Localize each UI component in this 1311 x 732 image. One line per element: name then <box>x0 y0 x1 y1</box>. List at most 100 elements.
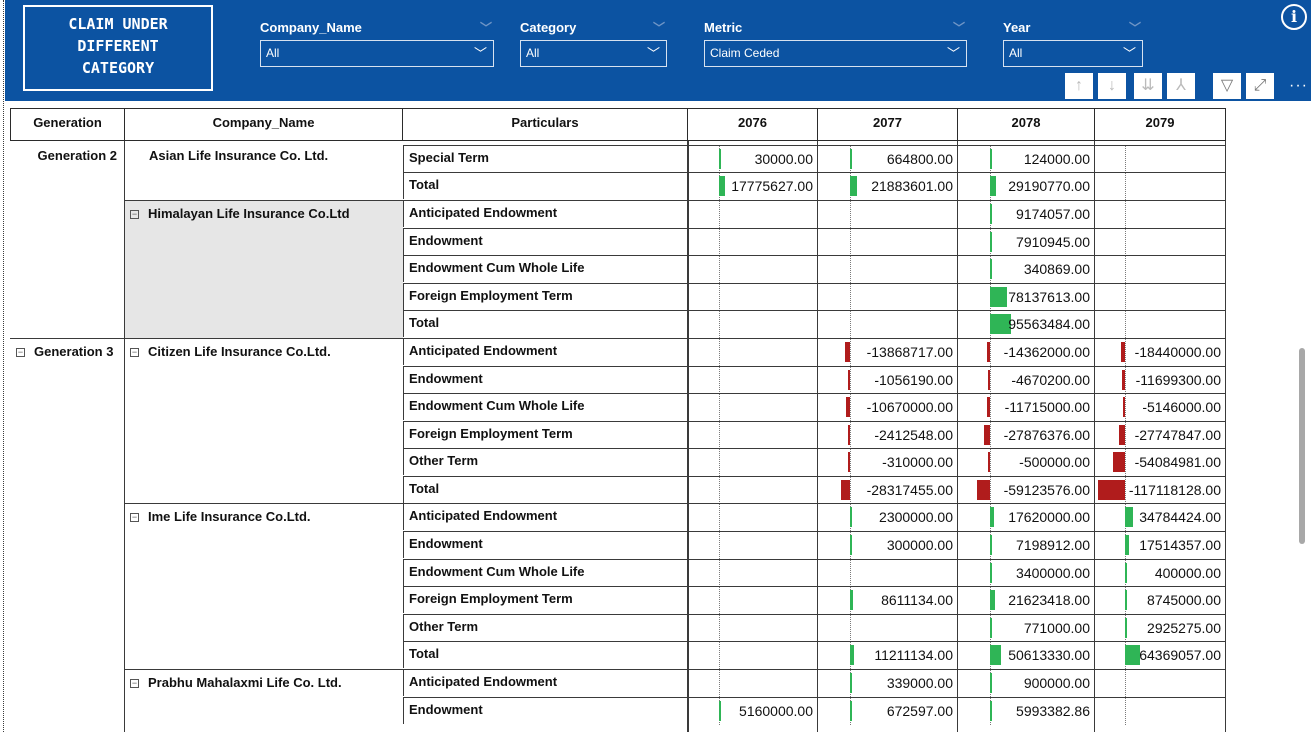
value-cell[interactable]: 300000.00 <box>818 531 958 559</box>
column-header-generation[interactable]: Generation <box>10 108 125 141</box>
collapse-icon[interactable]: − <box>130 513 139 522</box>
value-cell[interactable]: -5146000.00 <box>1095 393 1226 421</box>
year-slicer[interactable]: Year ﹀ All ﹀ <box>1003 16 1143 67</box>
value-cell[interactable] <box>688 421 818 449</box>
column-header-2079[interactable]: 2079 <box>1094 108 1226 141</box>
value-cell[interactable]: 21883601.00 <box>818 172 958 200</box>
expand-hierarchy-icon[interactable]: ⅄ <box>1167 73 1195 99</box>
value-cell[interactable]: -54084981.00 <box>1095 448 1226 476</box>
company-row[interactable]: − Ime Life Insurance Co.Ltd. <box>125 509 403 524</box>
value-cell[interactable] <box>1095 228 1226 256</box>
value-cell[interactable]: -310000.00 <box>818 448 958 476</box>
value-cell[interactable] <box>1095 172 1226 200</box>
value-cell[interactable] <box>818 228 958 256</box>
value-cell[interactable]: -500000.00 <box>958 448 1095 476</box>
value-cell[interactable] <box>1095 310 1226 338</box>
value-cell[interactable]: 664800.00 <box>818 145 958 173</box>
value-cell[interactable]: 34784424.00 <box>1095 503 1226 531</box>
value-cell[interactable] <box>818 310 958 338</box>
column-header-company-name[interactable]: Company_Name <box>124 108 403 141</box>
value-cell[interactable]: 17514357.00 <box>1095 531 1226 559</box>
chevron-down-icon[interactable]: ﹀ <box>653 16 665 40</box>
value-cell[interactable] <box>688 255 818 283</box>
value-cell[interactable] <box>1095 283 1226 311</box>
focus-mode-icon[interactable]: ⤢ <box>1246 73 1274 99</box>
value-cell[interactable]: 900000.00 <box>958 669 1095 697</box>
value-cell[interactable]: 8611134.00 <box>818 586 958 614</box>
value-cell[interactable]: -4670200.00 <box>958 366 1095 394</box>
value-cell[interactable] <box>688 366 818 394</box>
value-cell[interactable]: 9174057.00 <box>958 200 1095 228</box>
metric-dropdown[interactable]: Claim Ceded ﹀ <box>704 40 967 67</box>
category-slicer[interactable]: Category ﹀ All ﹀ <box>520 16 667 67</box>
value-cell[interactable]: -59123576.00 <box>958 476 1095 504</box>
value-cell[interactable]: -11699300.00 <box>1095 366 1226 394</box>
value-cell[interactable] <box>688 641 818 669</box>
value-cell[interactable]: 7198912.00 <box>958 531 1095 559</box>
value-cell[interactable]: 771000.00 <box>958 614 1095 642</box>
arrow-down-icon[interactable]: ↓ <box>1098 73 1126 99</box>
value-cell[interactable]: -28317455.00 <box>818 476 958 504</box>
value-cell[interactable]: -27876376.00 <box>958 421 1095 449</box>
collapse-icon[interactable]: − <box>130 679 139 688</box>
value-cell[interactable]: 50613330.00 <box>958 641 1095 669</box>
metric-slicer[interactable]: Metric ﹀ Claim Ceded ﹀ <box>704 16 967 67</box>
value-cell[interactable] <box>818 559 958 587</box>
value-cell[interactable] <box>818 255 958 283</box>
info-icon[interactable]: i <box>1281 4 1307 30</box>
value-cell[interactable]: -18440000.00 <box>1095 338 1226 366</box>
collapse-icon[interactable]: − <box>130 348 139 357</box>
value-cell[interactable] <box>1095 200 1226 228</box>
value-cell[interactable] <box>818 283 958 311</box>
category-dropdown[interactable]: All ﹀ <box>520 40 667 67</box>
value-cell[interactable] <box>688 338 818 366</box>
column-header-2077[interactable]: 2077 <box>817 108 958 141</box>
value-cell[interactable]: 124000.00 <box>958 145 1095 173</box>
value-cell[interactable] <box>688 200 818 228</box>
value-cell[interactable] <box>688 669 818 697</box>
chevron-down-icon[interactable]: ﹀ <box>474 41 487 66</box>
year-dropdown[interactable]: All ﹀ <box>1003 40 1143 67</box>
value-cell[interactable]: 3400000.00 <box>958 559 1095 587</box>
value-cell[interactable]: -1056190.00 <box>818 366 958 394</box>
value-cell[interactable]: -27747847.00 <box>1095 421 1226 449</box>
generation-row[interactable]: − Generation 3 <box>10 344 125 359</box>
value-cell[interactable]: 78137613.00 <box>958 283 1095 311</box>
value-cell[interactable] <box>688 393 818 421</box>
value-cell[interactable] <box>1095 697 1226 725</box>
expand-all-down-icon[interactable]: ⇊ <box>1134 73 1162 99</box>
value-cell[interactable]: 339000.00 <box>818 669 958 697</box>
value-cell[interactable]: -14362000.00 <box>958 338 1095 366</box>
arrow-up-icon[interactable]: ↑ <box>1065 73 1093 99</box>
value-cell[interactable] <box>688 586 818 614</box>
value-cell[interactable] <box>688 614 818 642</box>
value-cell[interactable] <box>688 476 818 504</box>
column-header-2076[interactable]: 2076 <box>687 108 818 141</box>
company-row[interactable]: − Himalayan Life Insurance Co.Ltd <box>125 206 403 221</box>
value-cell[interactable]: -10670000.00 <box>818 393 958 421</box>
value-cell[interactable] <box>1095 669 1226 697</box>
value-cell[interactable]: 17775627.00 <box>688 172 818 200</box>
value-cell[interactable]: 5993382.86 <box>958 697 1095 725</box>
value-cell[interactable]: 30000.00 <box>688 145 818 173</box>
value-cell[interactable]: 2300000.00 <box>818 503 958 531</box>
value-cell[interactable]: 672597.00 <box>818 697 958 725</box>
value-cell[interactable] <box>1095 255 1226 283</box>
value-cell[interactable] <box>688 283 818 311</box>
value-cell[interactable] <box>688 310 818 338</box>
value-cell[interactable]: 2925275.00 <box>1095 614 1226 642</box>
value-cell[interactable] <box>1095 145 1226 173</box>
value-cell[interactable]: 11211134.00 <box>818 641 958 669</box>
company-name-slicer[interactable]: Company_Name ﹀ All ﹀ <box>260 16 494 67</box>
value-cell[interactable]: 340869.00 <box>958 255 1095 283</box>
column-header-2078[interactable]: 2078 <box>957 108 1095 141</box>
value-cell[interactable]: 8745000.00 <box>1095 586 1226 614</box>
value-cell[interactable] <box>818 200 958 228</box>
value-cell[interactable]: 21623418.00 <box>958 586 1095 614</box>
chevron-down-icon[interactable]: ﹀ <box>647 41 660 66</box>
value-cell[interactable]: -13868717.00 <box>818 338 958 366</box>
chevron-down-icon[interactable]: ﹀ <box>1129 16 1141 40</box>
value-cell[interactable]: -11715000.00 <box>958 393 1095 421</box>
chevron-down-icon[interactable]: ﹀ <box>947 41 960 66</box>
value-cell[interactable]: 5160000.00 <box>688 697 818 725</box>
